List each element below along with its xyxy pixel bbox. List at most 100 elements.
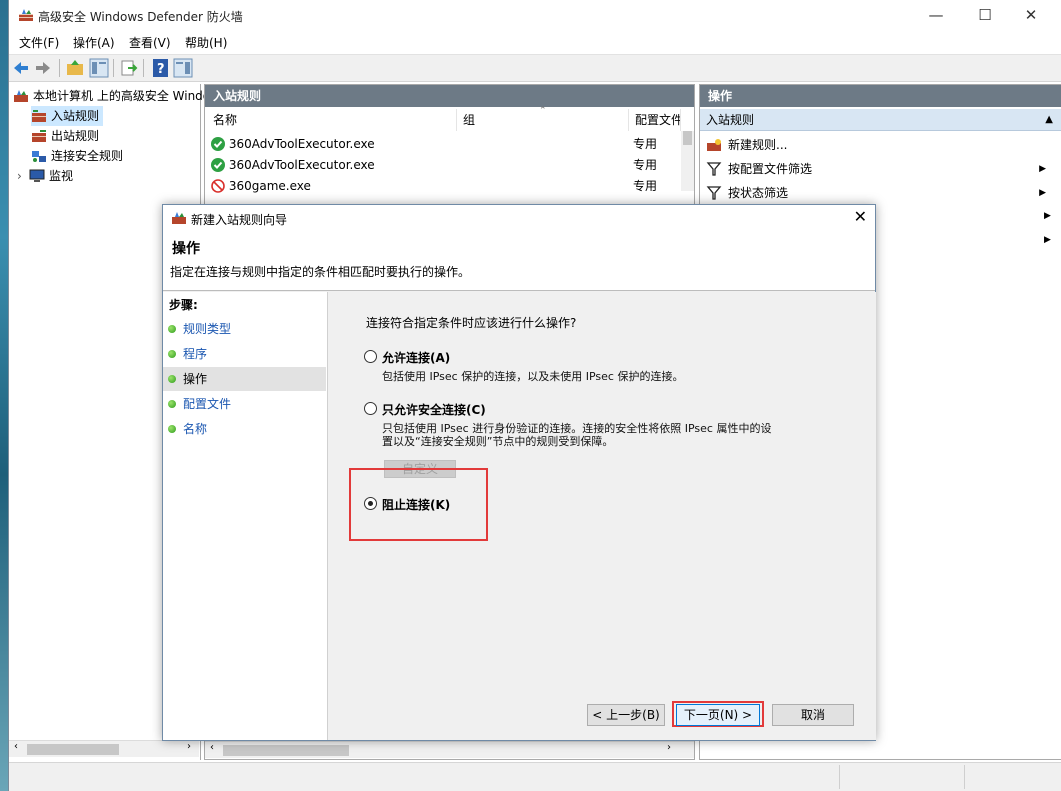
tree-item-connection-security-rules[interactable]: 连接安全规则 xyxy=(31,146,123,166)
column-header-name[interactable]: 名称 xyxy=(207,109,457,131)
outbound-rules-icon xyxy=(32,130,46,142)
next-button[interactable]: 下一页(N) > xyxy=(676,704,760,726)
close-button[interactable]: ✕ xyxy=(1008,0,1054,31)
status-bar xyxy=(9,762,1061,791)
option-allow-desc: 包括使用 IPsec 保护的连接，以及未使用 IPsec 保护的连接。 xyxy=(382,370,684,383)
back-arrow-icon[interactable] xyxy=(11,58,31,78)
step-program[interactable]: 程序 xyxy=(163,342,326,366)
table-row[interactable]: 360AdvToolExecutor.exe xyxy=(211,134,631,155)
option-block-label[interactable]: 阻止连接(K) xyxy=(382,496,450,513)
submenu-arrow-icon: ▶ xyxy=(1039,164,1046,174)
firewall-icon xyxy=(172,212,186,224)
help-icon[interactable]: ? xyxy=(151,58,171,78)
title-bar: 高级安全 Windows Defender 防火墙 — ☐ ✕ xyxy=(9,0,1061,31)
list-horizontal-scrollbar[interactable]: ‹ › xyxy=(205,741,694,758)
step-label: 配置文件 xyxy=(183,397,232,411)
step-label: 程序 xyxy=(183,347,208,361)
radio-allow-secure[interactable] xyxy=(364,402,377,415)
tree-item-label: 连接安全规则 xyxy=(51,149,124,163)
option-allow-label[interactable]: 允许连接(A) xyxy=(382,349,450,366)
action-label: 按配置文件筛选 xyxy=(728,162,813,176)
rule-profile: 专用 xyxy=(633,137,658,151)
menu-bar: 文件(F) 操作(A) 查看(V) 帮助(H) xyxy=(9,31,1061,53)
firewall-icon xyxy=(14,90,28,102)
menu-help[interactable]: 帮助(H) xyxy=(185,34,227,51)
monitoring-icon xyxy=(29,169,45,182)
rule-profile: 专用 xyxy=(633,158,658,172)
tree-item-outbound-rules[interactable]: 出站规则 xyxy=(31,126,99,146)
scrollbar-thumb[interactable] xyxy=(223,745,349,756)
filter-icon xyxy=(706,162,722,176)
scroll-right-icon[interactable]: › xyxy=(187,741,191,752)
tree-item-inbound-rules[interactable]: 入站规则 xyxy=(31,106,104,126)
allow-check-icon xyxy=(211,137,225,151)
scrollbar-thumb[interactable] xyxy=(27,744,119,755)
window-title: 高级安全 Windows Defender 防火墙 xyxy=(38,10,243,24)
step-bullet-icon xyxy=(168,375,176,383)
actions-header: 操作 xyxy=(700,85,1061,107)
tree-item-label: 入站规则 xyxy=(51,109,100,123)
rule-profile: 专用 xyxy=(633,179,658,193)
menu-action[interactable]: 操作(A) xyxy=(73,34,115,51)
scroll-left-icon[interactable]: ‹ xyxy=(210,742,214,753)
scroll-left-icon[interactable]: ‹ xyxy=(14,741,18,752)
tree-root[interactable]: 本地计算机 上的高级安全 Windo xyxy=(13,86,210,106)
rule-name: 360game.exe xyxy=(228,179,311,193)
allow-check-icon xyxy=(211,158,225,172)
collapse-up-icon[interactable]: ▲ xyxy=(1045,109,1053,131)
menu-file[interactable]: 文件(F) xyxy=(19,34,59,51)
cancel-button[interactable]: 取消 xyxy=(772,704,854,726)
step-action[interactable]: 操作 xyxy=(163,367,326,391)
step-bullet-icon xyxy=(168,350,176,358)
vertical-scrollbar[interactable] xyxy=(681,131,694,191)
action-filter-by-state[interactable]: 按状态筛选 ▶ xyxy=(706,181,1056,205)
inbound-rules-icon xyxy=(32,110,46,122)
wizard-content: 连接符合指定条件时应该进行什么操作? 允许连接(A) 包括使用 IPsec 保护… xyxy=(331,292,876,740)
scrollbar-thumb[interactable] xyxy=(683,131,692,145)
action-filter-by-profile[interactable]: 按配置文件筛选 ▶ xyxy=(706,157,1056,181)
action-new-rule[interactable]: 新建规则... xyxy=(706,133,1056,157)
back-button[interactable]: < 上一步(B) xyxy=(587,704,665,726)
status-divider xyxy=(964,765,965,789)
submenu-arrow-icon[interactable]: ▶ xyxy=(1044,235,1051,245)
scroll-right-icon[interactable]: › xyxy=(667,742,671,753)
table-row[interactable]: 360game.exe xyxy=(211,176,631,197)
option-allow-secure-label[interactable]: 只允许安全连接(C) xyxy=(382,401,486,418)
step-label: 操作 xyxy=(183,372,208,386)
tree-item-label: 出站规则 xyxy=(51,129,100,143)
column-header-profile[interactable]: 配置文件 xyxy=(629,109,681,131)
forward-arrow-icon[interactable] xyxy=(33,58,53,78)
tree-item-monitoring[interactable]: › 监视 xyxy=(17,166,73,186)
pane-header: 入站规则 xyxy=(205,85,694,107)
step-bullet-icon xyxy=(168,325,176,333)
firewall-icon xyxy=(19,9,33,21)
export-icon[interactable] xyxy=(119,58,139,78)
new-rule-icon xyxy=(707,139,721,151)
chevron-right-icon[interactable]: › xyxy=(17,166,29,186)
step-name[interactable]: 名称 xyxy=(163,417,326,441)
actions-section-inbound-rules[interactable]: 入站规则 ▲ xyxy=(700,109,1061,131)
wizard-heading: 操作 xyxy=(172,241,200,257)
show-hide-tree-icon[interactable] xyxy=(89,58,109,78)
step-profile[interactable]: 配置文件 xyxy=(163,392,326,416)
radio-block[interactable] xyxy=(364,497,377,510)
rule-name: 360AdvToolExecutor.exe xyxy=(228,158,375,172)
step-rule-type[interactable]: 规则类型 xyxy=(163,317,326,341)
tree-horizontal-scrollbar[interactable]: ‹ › xyxy=(9,740,199,757)
option-allow-secure-desc: 置以及“连接安全规则”节点中的规则受到保障。 xyxy=(382,435,614,448)
table-row[interactable]: 360AdvToolExecutor.exe xyxy=(211,155,631,176)
submenu-arrow-icon[interactable]: ▶ xyxy=(1044,211,1051,221)
up-folder-icon[interactable] xyxy=(65,58,85,78)
action-label: 新建规则... xyxy=(728,138,788,152)
toolbar-separator xyxy=(113,59,114,77)
wizard-steps-pane: 步骤: 规则类型 程序 操作 配置文件 名称 xyxy=(163,292,328,740)
new-inbound-rule-wizard: 新建入站规则向导 ✕ 操作 指定在连接与规则中指定的条件相匹配时要执行的操作。 … xyxy=(162,204,876,741)
maximize-button[interactable]: ☐ xyxy=(962,0,1008,31)
radio-allow[interactable] xyxy=(364,350,377,363)
block-icon xyxy=(211,179,225,193)
minimize-button[interactable]: — xyxy=(913,0,959,31)
wizard-close-button[interactable]: ✕ xyxy=(854,207,867,226)
column-header-group[interactable]: 组 xyxy=(457,109,629,131)
menu-view[interactable]: 查看(V) xyxy=(129,34,171,51)
show-hide-action-pane-icon[interactable] xyxy=(173,58,193,78)
